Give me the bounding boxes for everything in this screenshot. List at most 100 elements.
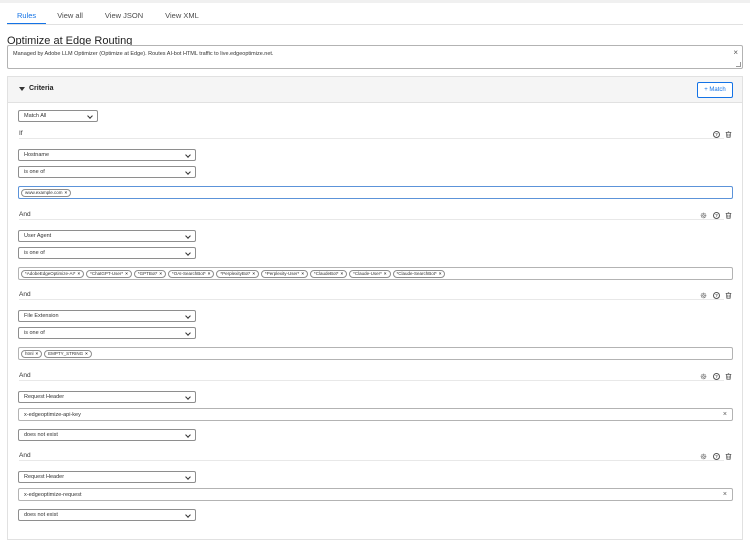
close-icon[interactable]: × xyxy=(340,271,343,276)
condition-operator-select[interactable]: is one of xyxy=(18,247,196,259)
trash-icon[interactable] xyxy=(725,453,732,460)
add-match-button[interactable]: + Match xyxy=(697,82,733,98)
description-field[interactable]: Managed by Adobe LLM Optimizer (Optimize… xyxy=(7,45,743,69)
tab-rules[interactable]: Rules xyxy=(7,10,47,25)
chevron-down-icon xyxy=(185,330,191,336)
gear-icon[interactable] xyxy=(700,212,707,219)
condition-field-select[interactable]: User Agent xyxy=(18,230,196,242)
condition-operator-select[interactable]: does not exist xyxy=(18,509,196,521)
caret-down-icon[interactable] xyxy=(19,87,25,91)
clear-icon[interactable]: × xyxy=(723,491,727,498)
condition-operator-select[interactable]: is one of xyxy=(18,166,196,178)
chevron-down-icon xyxy=(185,474,191,480)
condition-field-select[interactable]: Hostname xyxy=(18,149,196,161)
match-mode-select[interactable]: Match All xyxy=(18,110,98,122)
section-divider xyxy=(19,460,724,461)
help-icon[interactable]: ? xyxy=(713,292,720,299)
section-divider xyxy=(19,138,724,139)
close-icon[interactable]: × xyxy=(384,271,387,276)
and-label: And xyxy=(19,291,31,298)
header-name-input[interactable]: x-edgeoptimize-api-key × xyxy=(18,408,733,421)
chevron-down-icon xyxy=(185,169,191,175)
tabs-divider xyxy=(7,24,743,25)
help-icon[interactable]: ? xyxy=(713,373,720,380)
close-icon[interactable]: × xyxy=(85,351,88,356)
condition-field-value: Request Header xyxy=(24,474,65,480)
condition-operator-value: does not exist xyxy=(24,432,58,438)
value-tag: *ChatGPT-User* × xyxy=(86,269,132,278)
value-tag: *Claude-User* × xyxy=(349,269,391,278)
trash-icon[interactable] xyxy=(725,373,732,380)
condition-field-value: User Agent xyxy=(24,233,52,239)
condition-field-value: Request Header xyxy=(24,394,65,400)
close-icon[interactable]: × xyxy=(78,271,81,276)
description-text: Managed by Adobe LLM Optimizer (Optimize… xyxy=(13,51,274,57)
clear-icon[interactable]: × xyxy=(733,49,738,57)
header-name-value: x-edgeoptimize-request xyxy=(24,492,82,498)
help-icon[interactable]: ? xyxy=(713,131,720,138)
condition-field-value: Hostname xyxy=(24,152,50,158)
condition-operator-value: is one of xyxy=(24,330,45,336)
trash-icon[interactable] xyxy=(725,212,732,219)
and-label: And xyxy=(19,211,31,218)
help-icon[interactable]: ? xyxy=(713,212,720,219)
condition-operator-select[interactable]: is one of xyxy=(18,327,196,339)
clear-icon[interactable]: × xyxy=(723,411,727,418)
match-mode-value: Match All xyxy=(24,113,47,119)
chevron-down-icon xyxy=(185,233,191,239)
trash-icon[interactable] xyxy=(725,292,732,299)
condition-operator-select[interactable]: does not exist xyxy=(18,429,196,441)
tab-view-all[interactable]: View all xyxy=(46,10,94,25)
help-icon[interactable]: ? xyxy=(713,453,720,460)
close-icon[interactable]: × xyxy=(65,190,68,195)
header-name-input[interactable]: x-edgeoptimize-request × xyxy=(18,488,733,501)
condition-field-select[interactable]: File Extension xyxy=(18,310,196,322)
condition-operator-value: is one of xyxy=(24,250,45,256)
close-icon[interactable]: × xyxy=(439,271,442,276)
and-label: And xyxy=(19,452,31,459)
value-tag: html × xyxy=(21,349,43,358)
value-tag: *OAI-SearchBot* × xyxy=(167,269,215,278)
value-tag: EMPTY_STRING × xyxy=(44,349,92,358)
gear-icon[interactable] xyxy=(700,292,707,299)
value-tag: *ClaudeBot* × xyxy=(309,269,348,278)
value-tag: *PerplexityBot* × xyxy=(216,269,260,278)
close-icon[interactable]: × xyxy=(208,271,211,276)
condition-field-value: File Extension xyxy=(24,313,59,319)
value-tag: *Claude-SearchBot* × xyxy=(392,269,446,278)
condition-operator-value: is one of xyxy=(24,169,45,175)
user-agent-values-field[interactable]: *AdobeEdgeOptimize-AI* × *ChatGPT-User* × … xyxy=(18,267,733,280)
gear-icon[interactable] xyxy=(700,453,707,460)
close-icon[interactable]: × xyxy=(301,271,304,276)
criteria-panel: Criteria + Match Match All If ? Hostname… xyxy=(7,76,743,540)
resize-handle[interactable] xyxy=(736,62,741,67)
tab-view-xml[interactable]: View XML xyxy=(154,10,210,25)
condition-field-select[interactable]: Request Header xyxy=(18,391,196,403)
top-bar xyxy=(0,0,750,3)
tab-view-json[interactable]: View JSON xyxy=(94,10,154,25)
close-icon[interactable]: × xyxy=(252,271,255,276)
chevron-down-icon xyxy=(185,394,191,400)
section-divider xyxy=(19,380,724,381)
criteria-header[interactable]: Criteria + Match xyxy=(8,77,742,103)
condition-field-select[interactable]: Request Header xyxy=(18,471,196,483)
chevron-down-icon xyxy=(185,313,191,319)
file-extension-values-field[interactable]: html × EMPTY_STRING × xyxy=(18,347,733,360)
close-icon[interactable]: × xyxy=(125,271,128,276)
if-label: If xyxy=(19,130,23,137)
chevron-down-icon xyxy=(185,250,191,256)
tab-bar: Rules View all View JSON View XML xyxy=(7,10,210,25)
value-tag: *Perplexity-User* × xyxy=(261,269,308,278)
hostname-values-field[interactable]: www.example.com × xyxy=(18,186,733,199)
condition-operator-value: does not exist xyxy=(24,512,58,518)
header-name-value: x-edgeoptimize-api-key xyxy=(24,412,81,418)
close-icon[interactable]: × xyxy=(36,351,39,356)
trash-icon[interactable] xyxy=(725,131,732,138)
close-icon[interactable]: × xyxy=(159,271,162,276)
value-tag: *AdobeEdgeOptimize-AI* × xyxy=(21,269,85,278)
and-label: And xyxy=(19,372,31,379)
value-tag: www.example.com × xyxy=(21,188,72,197)
gear-icon[interactable] xyxy=(700,373,707,380)
value-tag: *GPTBot* × xyxy=(133,269,166,278)
chevron-down-icon xyxy=(87,113,93,119)
